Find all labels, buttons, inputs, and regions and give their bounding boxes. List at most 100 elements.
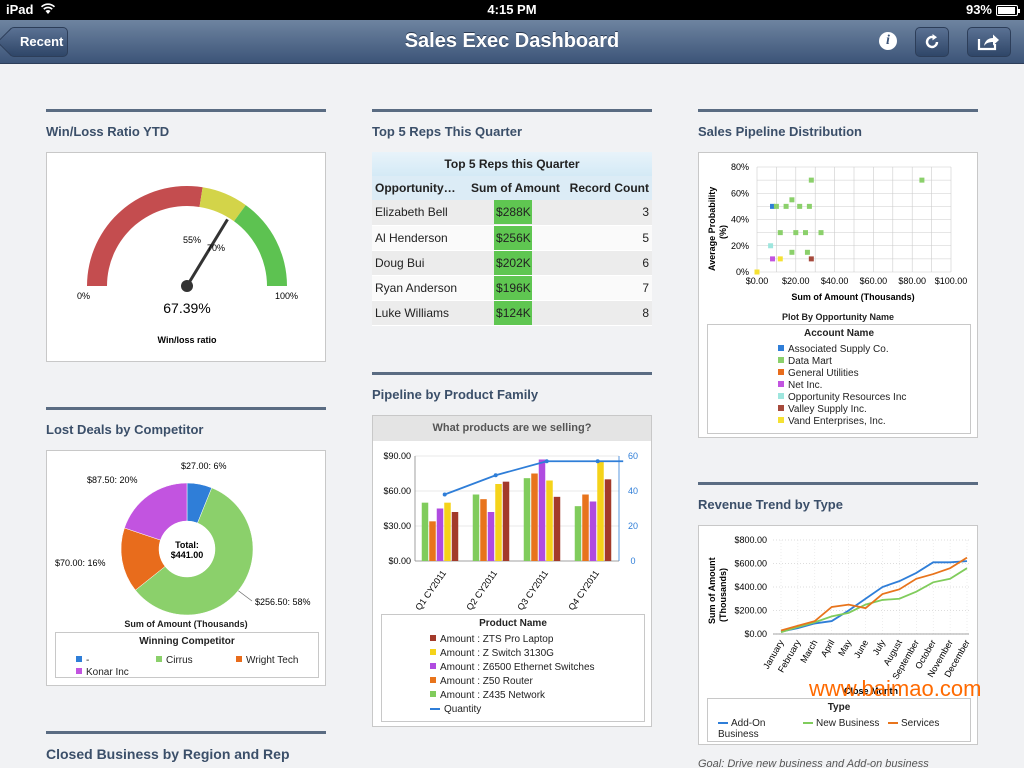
legend-item: - (76, 655, 89, 666)
legend-label: Amount : ZTS Pro Laptop (440, 634, 554, 645)
winloss-card[interactable]: 0% 100% 55% 70% 67.39% Win/loss ratio (46, 152, 326, 362)
x-tick-label: Q4 CY2011 (566, 568, 601, 612)
scatter-chart: Average Probability (%) Sum of Amount (T… (707, 162, 967, 302)
refresh-icon (925, 34, 939, 49)
refresh-button[interactable] (915, 27, 949, 57)
legend-label: Amount : Z6500 Ethernet Switches (440, 662, 595, 673)
pipeline-dist-heading: Sales Pipeline Distribution (698, 124, 862, 139)
topreps-panel: Top 5 Reps This Quarter (372, 109, 652, 139)
donut-legend: Winning Competitor - Cirrus Wright Tech … (55, 632, 319, 678)
section-rule (698, 482, 978, 485)
recent-back-button[interactable]: Recent (9, 27, 68, 57)
gauge-max-label: 100% (275, 291, 298, 301)
lost-deals-card[interactable]: Total: $441.00 $27.00: 6% $256.50: 58% $70.0… (46, 450, 326, 686)
scatter-point (919, 177, 925, 183)
bar (553, 496, 561, 561)
legend-item: Vand Enterprises, Inc. (778, 416, 970, 428)
legend-swatch (778, 369, 784, 376)
table-row[interactable]: Ryan Anderson $196K 7 (372, 275, 652, 301)
chart-title: What products are we selling? (373, 416, 651, 441)
x-tick-label: $0.00 (746, 276, 769, 286)
scatter-point (793, 230, 799, 236)
gauge-value: 67.39% (163, 300, 210, 316)
x-tick-label: $60.00 (860, 276, 888, 286)
revenue-goal-text: Goal: Drive new business and Add-on busi… (698, 758, 929, 768)
bar (502, 481, 510, 561)
section-rule (372, 372, 652, 375)
y2-tick-label: 40 (628, 486, 638, 496)
section-rule (372, 109, 652, 112)
revenue-line-chart: Sum of Amount (Thousands) Close Month $0… (707, 535, 972, 696)
rep-amount: $124K (494, 300, 533, 325)
legend-swatch (778, 417, 784, 424)
rep-count: 6 (562, 250, 652, 276)
scatter-point (808, 177, 814, 183)
legend-item: Amount : Z435 Network (430, 689, 644, 703)
winloss-gauge: 0% 100% 55% 70% 67.39% Win/loss ratio (77, 186, 298, 345)
y-tick-label: $0.00 (744, 629, 767, 639)
topreps-card[interactable]: Top 5 Reps this Quarter Opportunity… Sum… (372, 152, 652, 326)
slice-label: $256.50: 58% (255, 597, 311, 607)
x-tick-label: April (819, 638, 837, 659)
quantity-point (442, 492, 447, 497)
scatter-point (754, 269, 760, 275)
table-row[interactable]: Elizabeth Bell $288K 3 (372, 200, 652, 226)
bar (531, 473, 538, 561)
donut-chart: Total:$441.00 $27.00: 6% $256.50: 58% $70.0… (55, 461, 311, 616)
back-button-label: Recent (20, 34, 64, 49)
x-tick-label: July (871, 638, 888, 657)
pipeline-product-panel: Pipeline by Product Family (372, 372, 652, 402)
revenue-ylabel: Sum of Amount (707, 557, 717, 624)
table-row[interactable]: Doug Bui $202K 6 (372, 250, 652, 276)
y-tick-label: $400.00 (734, 582, 767, 592)
rep-amount: $288K (494, 200, 533, 225)
pipeline-dist-card[interactable]: Average Probability (%) Sum of Amount (T… (698, 152, 978, 438)
legend-item: Amount : Z50 Router (430, 675, 644, 689)
y2-tick-label: 0 (630, 556, 635, 566)
section-rule (46, 109, 326, 112)
legend-swatch (430, 635, 436, 642)
legend-label: Konar Inc (86, 667, 129, 678)
gauge-tick-70: 70% (207, 243, 225, 253)
donut-center-total: $441.00 (171, 550, 204, 560)
column-header-count[interactable]: Record Count (562, 176, 652, 200)
info-icon[interactable]: i (879, 32, 897, 50)
revenue-card[interactable]: Sum of Amount (Thousands) Close Month $0… (698, 525, 978, 745)
legend-swatch (888, 722, 898, 725)
table-row[interactable]: Luke Williams $124K 8 (372, 300, 652, 326)
legend-swatch (430, 691, 436, 698)
rep-amount: $196K (494, 275, 533, 300)
share-icon (977, 34, 999, 51)
legend-label: Add-On Business (718, 718, 766, 740)
rep-count: 5 (562, 225, 652, 251)
table-row[interactable]: Al Henderson $256K 5 (372, 225, 652, 251)
gauge-band-green (234, 205, 287, 286)
y-tick-label: 80% (731, 162, 749, 172)
legend-item: Opportunity Resources Inc (778, 392, 970, 404)
pipeline-product-card[interactable]: What products are we selling? $0.00 $30.0… (372, 415, 652, 727)
y-tick-label: 0% (736, 267, 749, 277)
scatter-point (797, 203, 803, 209)
bar (487, 512, 495, 561)
column-header-opportunity[interactable]: Opportunity… (372, 176, 464, 200)
legend-swatch (778, 405, 784, 412)
lost-deals-heading: Lost Deals by Competitor (46, 422, 204, 437)
legend-title: Account Name (803, 328, 874, 339)
gauge-caption: Win/loss ratio (158, 335, 217, 345)
legend-swatch (76, 668, 82, 675)
plot-by-label: Plot By Opportunity Name (781, 312, 894, 322)
rep-count: 8 (562, 300, 652, 326)
share-button[interactable] (967, 27, 1011, 57)
legend-item: Data Mart (778, 356, 970, 368)
legend-swatch (718, 722, 728, 725)
rep-amount: $202K (494, 250, 533, 275)
legend-swatch (778, 393, 784, 400)
column-header-sum[interactable]: Sum of Amount (463, 176, 563, 200)
bar (495, 484, 502, 561)
legend-item: Add-On Business (718, 718, 788, 740)
bar (472, 494, 480, 561)
legend-item: Quantity (430, 703, 644, 717)
revenue-ylabel-unit: (Thousands) (718, 568, 728, 622)
y-tick-label: $90.00 (383, 451, 411, 461)
slice-label: $27.00: 6% (181, 461, 227, 471)
